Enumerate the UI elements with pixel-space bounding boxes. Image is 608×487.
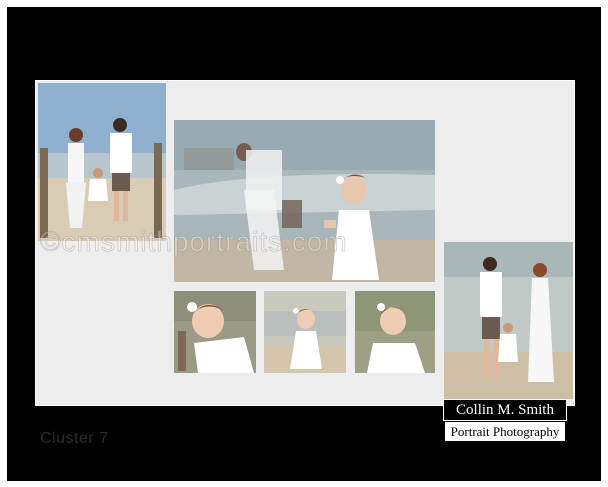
logo-name: Collin M. Smith xyxy=(443,399,567,421)
photo-toddler-closeup-2[interactable] xyxy=(264,291,346,373)
family-walking-beach-image xyxy=(444,242,573,399)
cluster-label: Cluster 7 xyxy=(40,430,109,447)
photo-toddler-closeup-3[interactable] xyxy=(355,291,435,373)
toddler-main-image xyxy=(174,120,435,282)
photo-family-boardwalk[interactable] xyxy=(38,83,166,241)
toddler-closeup-2-image xyxy=(264,291,346,373)
photo-family-walking-beach[interactable] xyxy=(444,242,573,399)
photo-toddler-beach-main[interactable] xyxy=(174,120,435,282)
family-boardwalk-image xyxy=(38,83,166,241)
toddler-closeup-1-image xyxy=(174,291,256,373)
toddler-closeup-3-image xyxy=(355,291,435,373)
photo-toddler-closeup-1[interactable] xyxy=(174,291,256,373)
logo-subtitle: Portrait Photography xyxy=(445,422,565,441)
